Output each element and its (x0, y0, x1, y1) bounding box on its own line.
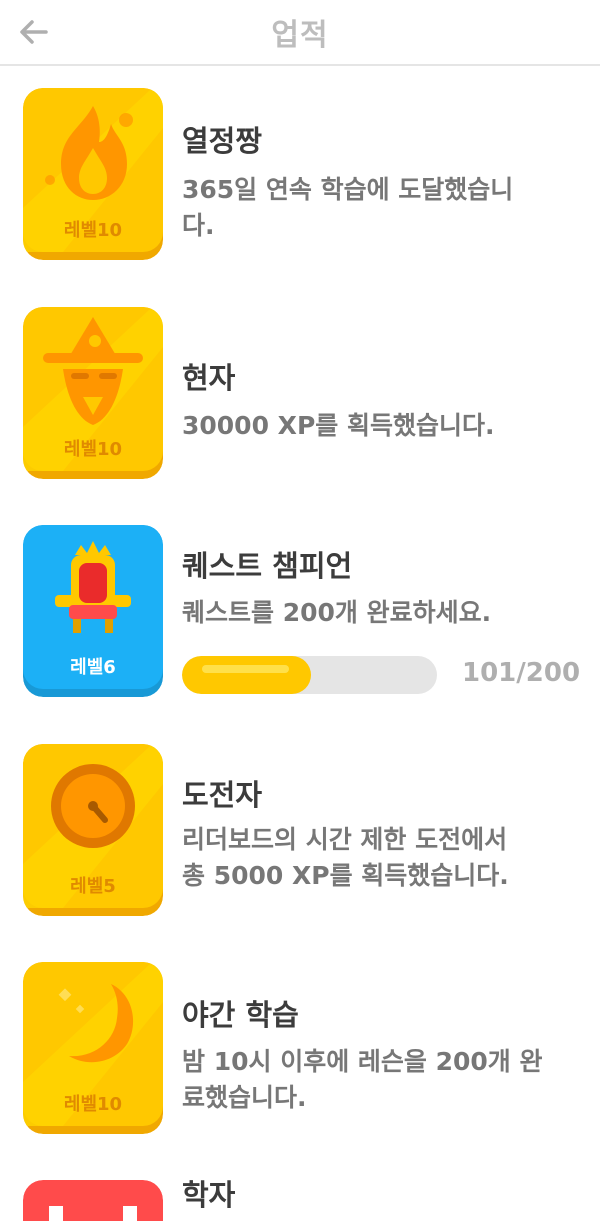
progress-bar-fill (182, 656, 311, 694)
achievement-badge: 레벨10 (23, 962, 163, 1134)
progress-count: 101/200 (462, 658, 581, 688)
achievement-description: 365일 연속 학습에 도달했습니 다. (182, 175, 514, 240)
achievement-description: 30000 XP를 획득했습니다. (182, 411, 495, 440)
badge-level-label: 레벨6 (70, 657, 116, 678)
badge-level-label: 레벨5 (70, 876, 116, 897)
achievement-name: 학자 (182, 1178, 236, 1212)
achievement-name: 야간 학습 (182, 998, 299, 1032)
stopwatch-icon (51, 764, 135, 848)
throne-icon (55, 541, 131, 633)
achievement-badge: 레벨10 (23, 88, 163, 260)
top-bar: 업적 (0, 0, 600, 66)
achievement-name: 현자 (182, 361, 236, 395)
achievement-name: 도전자 (182, 778, 263, 812)
achievement-description: 리더보드의 시간 제한 도전에서 총 5000 XP를 획득했습니다. (182, 825, 509, 890)
achievement-badge: 레벨6 (23, 525, 163, 697)
achievement-name: 퀘스트 챔피언 (182, 549, 353, 583)
achievement-description: 퀘스트를 200개 완료하세요. (182, 598, 492, 627)
page-title: 업적 (271, 18, 329, 53)
badge-level-label: 레벨10 (63, 439, 123, 460)
achievement-badge: 레벨10 (23, 307, 163, 479)
badge-level-label: 레벨10 (63, 220, 123, 241)
achievement-badge (23, 1180, 163, 1221)
progress-bar (182, 656, 437, 694)
achievement-name: 열정짱 (182, 124, 263, 158)
flame-icon (45, 106, 133, 200)
badge-level-label: 레벨10 (63, 1094, 123, 1115)
achievement-description: 밤 10시 이후에 레슨을 200개 완 료했습니다. (182, 1047, 543, 1112)
achievement-badge: 레벨5 (23, 744, 163, 916)
wizard-icon (43, 317, 143, 425)
moon-icon (58, 984, 134, 1063)
